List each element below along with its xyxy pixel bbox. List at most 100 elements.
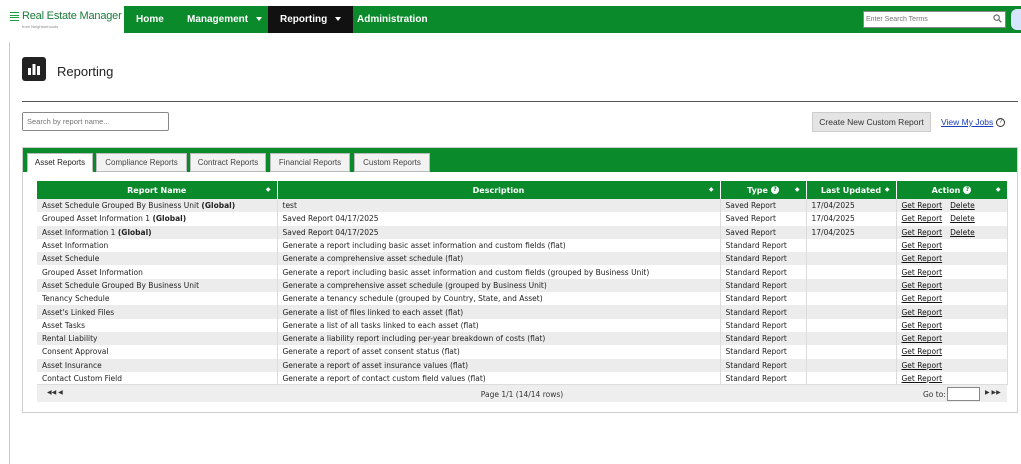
global-search-input[interactable] — [864, 12, 984, 27]
table-row[interactable]: Asset Information Generate a report inclu… — [37, 238, 1008, 253]
table-row[interactable]: Grouped Asset Information Generate a repo… — [37, 265, 1008, 279]
view-my-jobs-link[interactable]: View My Jobs? — [941, 117, 1006, 128]
report-name-cell: Grouped Asset Information — [37, 265, 278, 279]
table-row[interactable]: Asset Schedule Generate a comprehensive a… — [37, 252, 1008, 266]
tab-contract-reports[interactable]: Contract Reports — [190, 153, 266, 172]
table-row[interactable]: Asset's Linked Files Generate a list of f… — [37, 305, 1008, 319]
column-action[interactable]: Action? ◆ — [896, 181, 1008, 199]
table-row[interactable]: Grouped Asset Information 1 (Global) Save… — [37, 212, 1008, 226]
action-cell: Get Report — [896, 345, 1008, 359]
delete-link[interactable]: Delete — [950, 228, 975, 237]
description-cell: Saved Report 04/17/2025 — [277, 225, 721, 239]
type-cell: Saved Report — [720, 212, 807, 226]
type-cell: Standard Report — [720, 265, 807, 279]
get-report-link[interactable]: Get Report — [902, 214, 943, 223]
report-name-cell: Asset Information — [37, 238, 278, 253]
type-cell: Standard Report — [720, 305, 807, 319]
column-description[interactable]: Description ◆ — [277, 181, 721, 199]
get-report-link[interactable]: Get Report — [902, 294, 943, 303]
column-report-name-label: Report Name — [127, 185, 187, 195]
get-report-link[interactable]: Get Report — [902, 308, 943, 317]
get-report-link[interactable]: Get Report — [902, 334, 943, 343]
help-icon[interactable]: ? — [963, 185, 972, 194]
table-row[interactable]: Rental Liability Generate a liability rep… — [37, 331, 1008, 346]
column-description-label: Description — [472, 185, 525, 195]
table-row[interactable]: Asset Schedule Grouped By Business Unit … — [37, 199, 1008, 213]
table-row[interactable]: Asset Tasks Generate a list of all tasks … — [37, 318, 1008, 332]
description-cell: Generate a comprehensive asset schedule … — [277, 252, 721, 266]
last-updated-cell — [806, 318, 897, 332]
pager: ◀◀ ◀ Page 1/1 (14/14 rows) Go to: ▶ ▶▶ — [37, 384, 1007, 402]
help-icon[interactable]: ? — [996, 118, 1006, 128]
report-name-cell: Rental Liability — [37, 331, 278, 346]
get-report-link[interactable]: Get Report — [902, 281, 943, 290]
logo-icon — [10, 12, 19, 21]
get-report-link[interactable]: Get Report — [902, 228, 943, 237]
get-report-link[interactable]: Get Report — [902, 201, 943, 210]
action-cell: Get Report — [896, 265, 1008, 279]
report-name: Asset Schedule Grouped By Business Unit — [42, 280, 200, 290]
last-updated-cell: 17/04/2025 — [806, 225, 897, 239]
report-name: Asset Schedule — [42, 254, 100, 264]
get-report-link[interactable]: Get Report — [902, 268, 943, 277]
action-cell: Get Report — [896, 278, 1008, 293]
report-name-cell: Grouped Asset Information 1 (Global) — [37, 212, 278, 226]
table-row[interactable]: Asset Information 1 (Global) Saved Report… — [37, 225, 1008, 239]
column-last-updated[interactable]: Last Updated ◆ — [806, 181, 897, 199]
tab-custom-reports[interactable]: Custom Reports — [354, 153, 430, 172]
description-cell: Generate a report including basic asset … — [277, 238, 721, 253]
chevron-down-icon — [256, 17, 263, 22]
global-tag: (Global) — [117, 227, 152, 237]
type-cell: Standard Report — [720, 292, 807, 306]
description-cell: Saved Report 04/17/2025 — [277, 212, 721, 226]
table-row[interactable]: Tenancy Schedule Generate a tenancy sched… — [37, 292, 1008, 306]
column-type[interactable]: Type? ◆ — [720, 181, 807, 199]
search-icon[interactable] — [993, 14, 1002, 23]
description-cell: Generate a list of all tasks linked to e… — [277, 318, 721, 332]
header-divider — [22, 101, 1018, 102]
sort-icon: ◆ — [708, 186, 714, 193]
report-name-cell: Asset Insurance — [37, 358, 278, 372]
nav-home-label: Home — [136, 14, 164, 25]
help-icon[interactable]: ? — [770, 185, 779, 194]
report-name: Consent Approval — [42, 347, 109, 357]
tab-asset-reports[interactable]: Asset Reports — [27, 153, 93, 172]
get-report-link[interactable]: Get Report — [902, 361, 943, 370]
goto-label: Go to: — [923, 390, 946, 399]
app-logo[interactable]: Real Estate Manager from Neighborhoods — [10, 10, 122, 32]
nav-administration[interactable]: Administration — [345, 6, 440, 33]
report-name: Rental Liability — [42, 334, 98, 344]
logo-subtitle: from Neighborhoods — [22, 24, 59, 29]
nav-home[interactable]: Home — [124, 6, 176, 33]
user-avatar[interactable] — [1011, 9, 1021, 30]
nav-management[interactable]: Management — [175, 6, 274, 33]
global-tag: (Global) — [201, 201, 236, 211]
type-cell: Saved Report — [720, 225, 807, 239]
get-report-link[interactable]: Get Report — [902, 347, 943, 356]
goto-input[interactable] — [947, 387, 980, 401]
table-row[interactable]: Asset Schedule Grouped By Business Unit G… — [37, 278, 1008, 293]
get-report-link[interactable]: Get Report — [902, 241, 943, 250]
last-updated-cell — [806, 292, 897, 306]
type-cell: Standard Report — [720, 331, 807, 346]
column-report-name[interactable]: Report Name ◆ — [37, 181, 278, 199]
action-cell: Get Report Delete — [896, 212, 1008, 226]
last-updated-cell — [806, 278, 897, 293]
column-type-label: Type — [747, 185, 768, 195]
delete-link[interactable]: Delete — [950, 214, 975, 223]
get-report-link[interactable]: Get Report — [902, 254, 943, 263]
tab-compliance-reports[interactable]: Compliance Reports — [96, 153, 187, 172]
get-report-link[interactable]: Get Report — [902, 374, 943, 383]
delete-link[interactable]: Delete — [950, 201, 975, 210]
report-search-input[interactable] — [23, 113, 163, 130]
tab-financial-reports[interactable]: Financial Reports — [270, 153, 350, 172]
last-page-icon[interactable]: ▶ ▶▶ — [985, 389, 1001, 396]
nav-reporting[interactable]: Reporting — [268, 6, 354, 33]
reports-grid: Report Name ◆ Description ◆ Type? ◆ Last Up… — [37, 181, 1008, 386]
report-name-cell: Asset Tasks — [37, 318, 278, 332]
table-row[interactable]: Asset Insurance Generate a report of asse… — [37, 358, 1008, 372]
create-custom-report-button[interactable]: Create New Custom Report — [812, 112, 931, 132]
view-my-jobs-label: View My Jobs — [941, 117, 994, 127]
get-report-link[interactable]: Get Report — [902, 321, 943, 330]
table-row[interactable]: Consent Approval Generate a report of ass… — [37, 345, 1008, 359]
